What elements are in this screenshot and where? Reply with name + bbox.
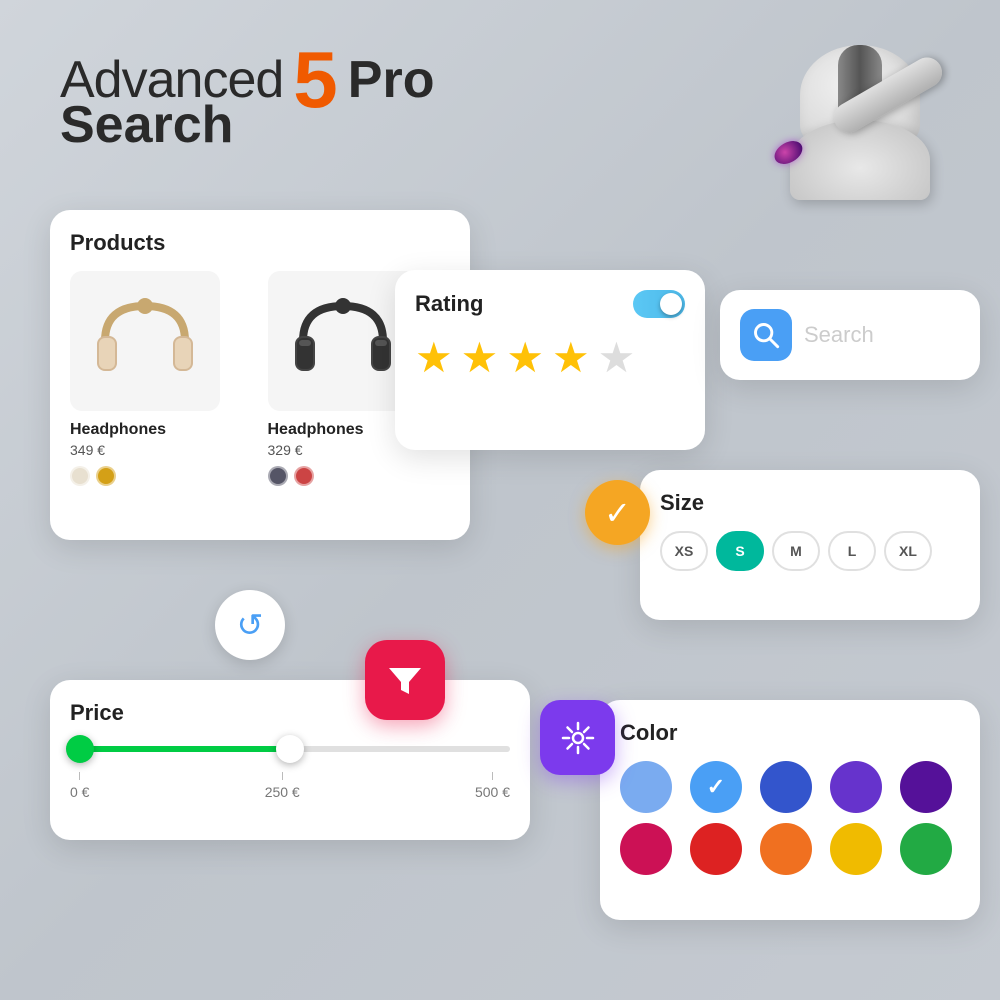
- color-yellow[interactable]: [830, 823, 882, 875]
- color-red[interactable]: [690, 823, 742, 875]
- star-1[interactable]: ★: [415, 333, 453, 382]
- color-light-blue[interactable]: [620, 761, 672, 813]
- check-badge[interactable]: ✓: [585, 480, 650, 545]
- search-icon-box[interactable]: [740, 309, 792, 361]
- price-label-min: 0 €: [70, 772, 89, 800]
- size-s[interactable]: S: [716, 531, 764, 571]
- color-title: Color: [620, 720, 960, 746]
- check-icon: ✓: [604, 494, 631, 532]
- size-xs[interactable]: XS: [660, 531, 708, 571]
- size-xl[interactable]: XL: [884, 531, 932, 571]
- product-colors-1: [70, 466, 253, 486]
- product-price-1: 349 €: [70, 442, 253, 458]
- dome-base: [790, 120, 930, 200]
- size-card: Size XS S M L XL: [640, 470, 980, 620]
- headphone-black-svg: [283, 286, 403, 396]
- color-violet[interactable]: [830, 761, 882, 813]
- product-image-1: [70, 271, 220, 411]
- product-color-dot[interactable]: [96, 466, 116, 486]
- rating-title: Rating: [415, 291, 483, 317]
- color-purple[interactable]: [900, 761, 952, 813]
- filter-icon: [385, 660, 425, 700]
- reset-button[interactable]: ↺: [215, 590, 285, 660]
- price-max-label: 500 €: [475, 784, 510, 800]
- price-label-max: 500 €: [475, 772, 510, 800]
- color-crimson[interactable]: [620, 823, 672, 875]
- rating-header: Rating: [415, 290, 685, 318]
- color-check-icon: ✓: [707, 774, 725, 800]
- price-labels: 0 € 250 € 500 €: [70, 772, 510, 800]
- search-icon: [752, 321, 780, 349]
- price-mid-label: 250 €: [265, 784, 300, 800]
- product-colors-2: [268, 466, 451, 486]
- title-search: Search: [60, 95, 233, 155]
- product-color-dot[interactable]: [294, 466, 314, 486]
- title-number: 5: [293, 40, 338, 120]
- reset-icon: ↺: [237, 606, 264, 644]
- products-title: Products: [70, 230, 450, 256]
- color-orange[interactable]: [760, 823, 812, 875]
- color-card: Color ✓: [600, 700, 980, 920]
- search-card: Search: [720, 290, 980, 380]
- product-color-dot[interactable]: [70, 466, 90, 486]
- settings-button[interactable]: [540, 700, 615, 775]
- star-5[interactable]: ★: [598, 333, 636, 382]
- star-3[interactable]: ★: [506, 333, 544, 382]
- star-2[interactable]: ★: [461, 333, 499, 382]
- size-options: XS S M L XL: [660, 531, 960, 571]
- filter-button[interactable]: [365, 640, 445, 720]
- product-color-dot[interactable]: [268, 466, 288, 486]
- settings-icon: [559, 719, 597, 757]
- price-slider-fill: [70, 746, 290, 752]
- color-grid: ✓: [620, 761, 960, 875]
- price-card: Price 0 € 250 € 500 €: [50, 680, 530, 840]
- price-thumb-right[interactable]: [276, 735, 304, 763]
- size-m[interactable]: M: [772, 531, 820, 571]
- toggle-thumb: [660, 293, 682, 315]
- rating-toggle[interactable]: [633, 290, 685, 318]
- product-item-1: Headphones 349 €: [70, 271, 253, 486]
- title-pro: Pro: [348, 50, 435, 110]
- search-placeholder[interactable]: Search: [804, 322, 874, 348]
- price-thumb-left[interactable]: [66, 735, 94, 763]
- headphone-gold-svg: [85, 286, 205, 396]
- size-l[interactable]: L: [828, 531, 876, 571]
- telescope-illustration: [770, 10, 970, 210]
- price-min-label: 0 €: [70, 784, 89, 800]
- rating-card: Rating ★ ★ ★ ★ ★: [395, 270, 705, 450]
- color-blue-selected[interactable]: ✓: [690, 761, 742, 813]
- products-grid: Headphones 349 €: [70, 271, 450, 486]
- product-name-1: Headphones: [70, 421, 253, 439]
- price-label-mid: 250 €: [265, 772, 300, 800]
- color-dark-blue[interactable]: [760, 761, 812, 813]
- star-4[interactable]: ★: [552, 333, 590, 382]
- color-green[interactable]: [900, 823, 952, 875]
- price-slider-track[interactable]: [70, 746, 510, 752]
- star-rating[interactable]: ★ ★ ★ ★ ★: [415, 333, 685, 382]
- size-title: Size: [660, 490, 960, 516]
